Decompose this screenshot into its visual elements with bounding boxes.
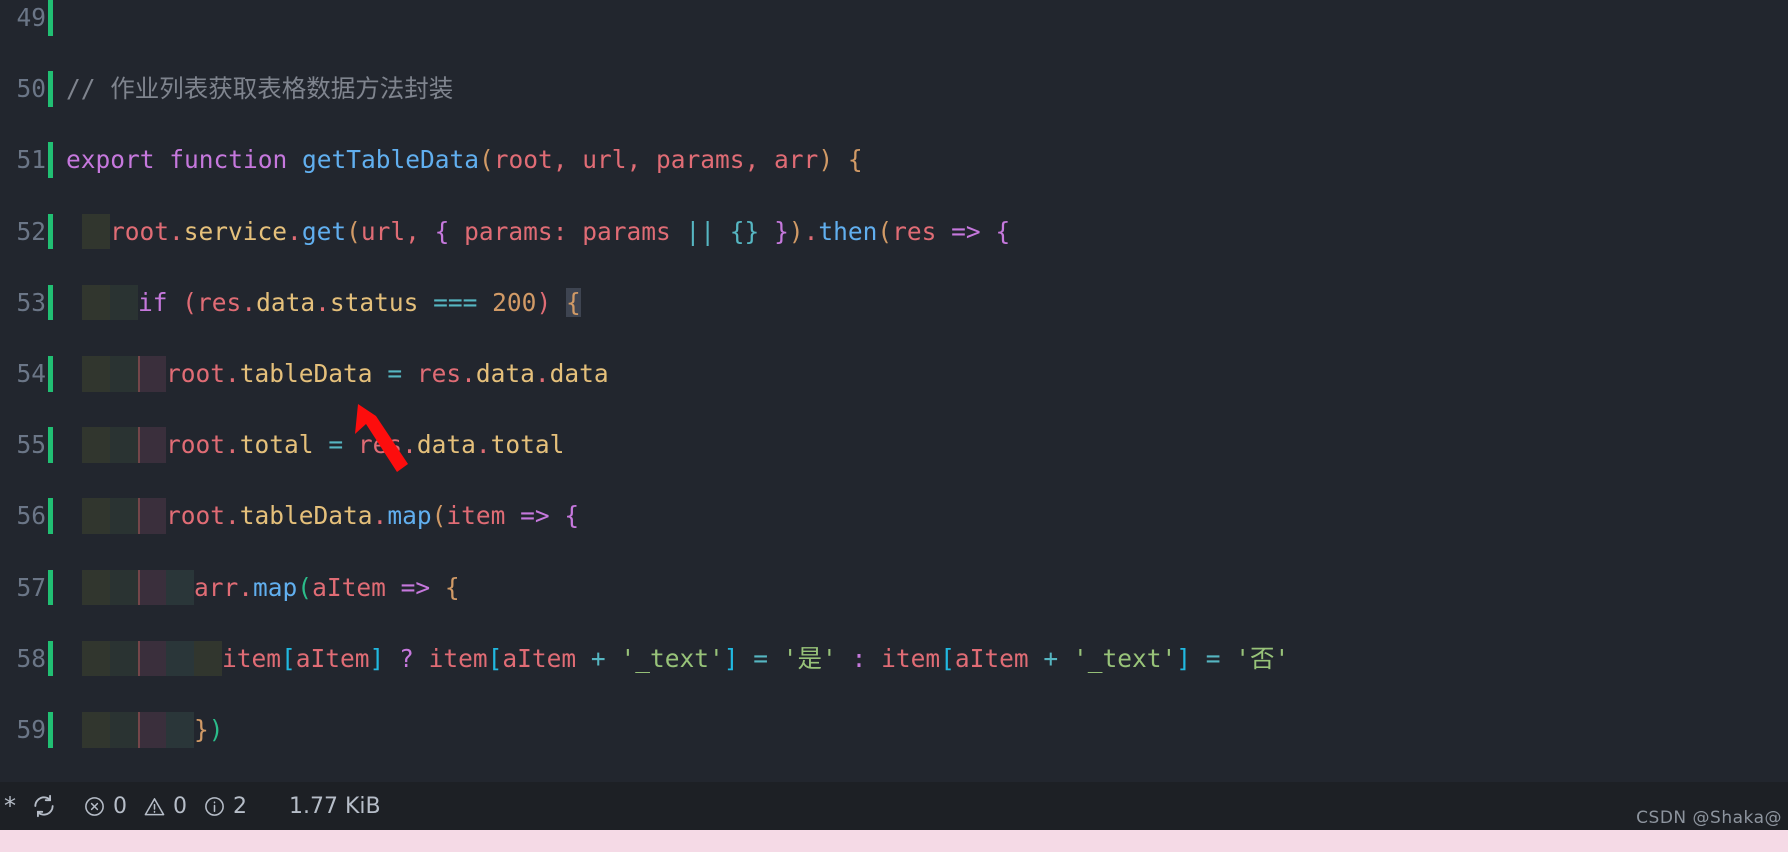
code-line[interactable]: 54 root.tableData = res.data.data: [0, 355, 1788, 392]
code-text: arr.map(aItem => {: [194, 572, 460, 602]
indent-guide: [138, 498, 140, 534]
indent-block-5: [194, 640, 222, 677]
line-number: 55: [16, 430, 46, 460]
indent-block-1: [82, 498, 110, 534]
code-text: root.service.get(url, { params: params |…: [110, 216, 1011, 246]
line-number: 52: [16, 216, 46, 246]
line-number: 49: [16, 3, 46, 32]
indent-block-1: [82, 213, 110, 250]
git-modified-indicator: [48, 0, 53, 36]
indent-block-3: [138, 711, 166, 748]
indent-block-2: [110, 355, 138, 392]
indent-block-3: [138, 427, 166, 463]
unsaved-indicator: *: [4, 792, 16, 820]
indent-block-1: [82, 284, 110, 321]
status-bar[interactable]: * 0 0 2 1.77 KiB: [0, 782, 1788, 830]
vscode-editor-window: 49 50 // 作业列表获取表格数据方法封装 51 export functi…: [0, 0, 1788, 852]
indent-guide: [138, 640, 140, 677]
code-line[interactable]: 56 root.tableData.map(item => {: [0, 498, 1788, 534]
bottom-decorative-strip: [0, 830, 1788, 852]
git-modified-indicator: [48, 569, 53, 606]
git-modified-indicator: [48, 213, 53, 250]
indent-block-1: [82, 355, 110, 392]
info-circle-icon: [205, 796, 224, 816]
line-number: 53: [16, 287, 46, 317]
code-line[interactable]: 49: [0, 0, 1788, 36]
line-number: 56: [16, 501, 46, 531]
indent-block-4: [166, 569, 194, 606]
code-text: export function getTableData(root, url, …: [66, 145, 863, 175]
git-modified-indicator: [48, 284, 53, 321]
indent-block-1: [82, 427, 110, 463]
code-line[interactable]: 51 export function getTableData(root, ur…: [0, 142, 1788, 178]
indent-block-3: [138, 355, 166, 392]
code-line[interactable]: 58 item[aItem] ? item[aItem + '_text'] =…: [0, 640, 1788, 677]
indent-block-2: [110, 427, 138, 463]
code-text: root.tableData.map(item => {: [166, 501, 580, 531]
git-modified-indicator: [48, 427, 53, 463]
code-text: root.tableData = res.data.data: [166, 358, 609, 388]
code-line[interactable]: 55 root.total = res.data.total: [0, 427, 1788, 463]
git-modified-indicator: [48, 498, 53, 534]
code-text: if (res.data.status === 200) {: [138, 287, 581, 317]
indent-block-3: [138, 640, 166, 677]
code-line[interactable]: 52 root.service.get(url, { params: param…: [0, 213, 1788, 250]
indent-block-3: [138, 569, 166, 606]
indent-block-2: [110, 284, 138, 321]
indent-guide: [138, 711, 140, 748]
code-text: // 作业列表获取表格数据方法封装: [66, 74, 454, 104]
code-text: root.total = res.data.total: [166, 430, 565, 460]
watermark: CSDN @Shaka@: [1636, 808, 1782, 828]
code-text: }): [194, 714, 224, 744]
indent-block-1: [82, 640, 110, 677]
code-line[interactable]: 57 arr.map(aItem => {: [0, 569, 1788, 606]
git-modified-indicator: [48, 142, 53, 178]
git-modified-indicator: [48, 711, 53, 748]
error-circle-icon: [85, 796, 104, 816]
line-number: 58: [16, 643, 46, 673]
indent-block-2: [110, 569, 138, 606]
indent-block-3: [138, 498, 166, 534]
code-line[interactable]: 50 // 作业列表获取表格数据方法封装: [0, 71, 1788, 107]
git-modified-indicator: [48, 640, 53, 677]
git-modified-indicator: [48, 71, 53, 107]
info-count: 2: [233, 793, 247, 819]
indent-block-4: [166, 640, 194, 677]
file-size-indicator[interactable]: 1.77 KiB: [276, 782, 394, 830]
code-editor-surface[interactable]: 49 50 // 作业列表获取表格数据方法封装 51 export functi…: [0, 0, 1788, 782]
error-count: 0: [113, 793, 127, 819]
line-number: 59: [16, 714, 46, 744]
indent-block-2: [110, 498, 138, 534]
indent-guide: [138, 355, 140, 392]
indent-guide: [138, 427, 140, 463]
code-line[interactable]: 53 if (res.data.status === 200) {: [0, 284, 1788, 321]
indent-block-2: [110, 711, 138, 748]
line-number: 50: [16, 74, 46, 104]
line-number: 54: [16, 358, 46, 388]
warning-count: 0: [173, 793, 187, 819]
indent-block-2: [110, 640, 138, 677]
problems-indicator[interactable]: 0 0 2: [70, 782, 260, 830]
indent-guide: [138, 569, 140, 606]
indent-block-1: [82, 569, 110, 606]
indent-block-1: [82, 711, 110, 748]
code-text: item[aItem] ? item[aItem + '_text'] = '是…: [222, 643, 1290, 673]
indent-block-4: [166, 711, 194, 748]
line-number: 57: [16, 572, 46, 602]
line-number: 51: [16, 145, 46, 175]
sync-icon[interactable]: [18, 782, 70, 830]
warning-triangle-icon: [144, 797, 165, 815]
code-line[interactable]: 59 }): [0, 711, 1788, 748]
git-modified-indicator: [48, 355, 53, 392]
